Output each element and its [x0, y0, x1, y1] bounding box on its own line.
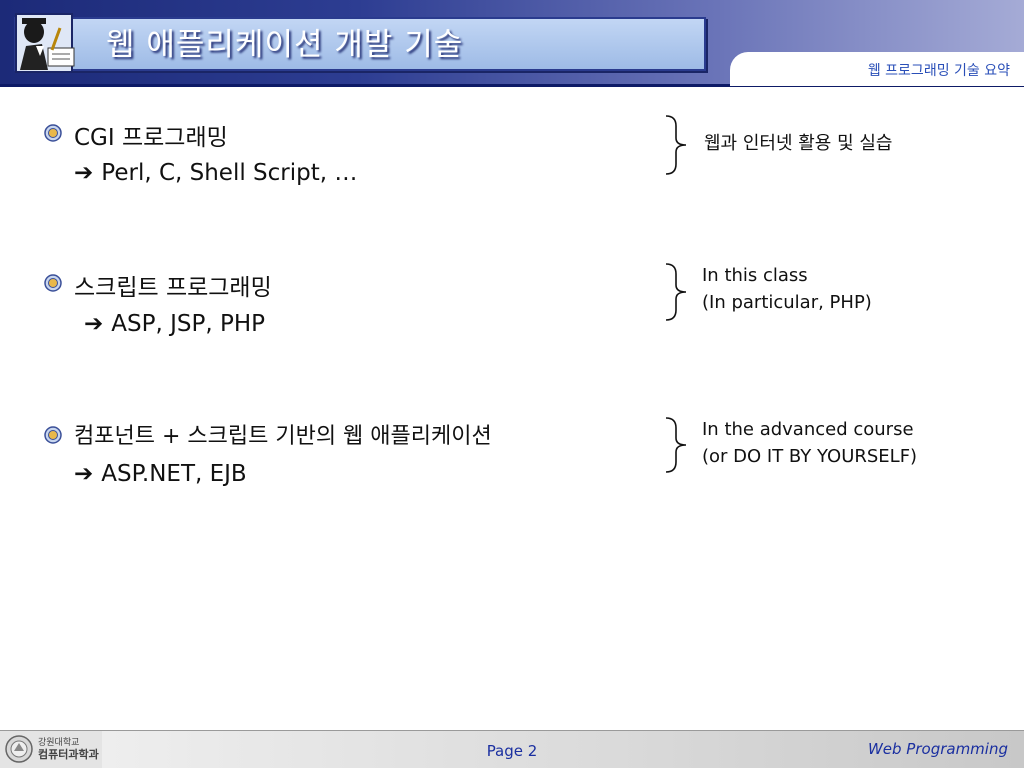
right-brace-icon: [665, 417, 687, 473]
item-script-languages: ➔ ASP, JSP, PHP: [84, 311, 266, 337]
course-name: Web Programming: [867, 740, 1008, 758]
item-cgi-languages: ➔ Perl, C, Shell Script, …: [74, 160, 358, 186]
bullet-emblem-icon: [44, 124, 62, 142]
note-web-internet-practice: 웹과 인터넷 활용 및 실습: [704, 133, 893, 154]
note-this-class: In this class (In particular, PHP): [702, 265, 872, 313]
arrow-right-icon: ➔: [84, 311, 104, 337]
item-cgi-programming: CGI 프로그래밍: [74, 125, 228, 151]
arrow-right-icon: ➔: [74, 461, 94, 487]
section-subtitle: 웹 프로그래밍 기술 요약: [867, 63, 1010, 79]
arrow-right-icon: ➔: [74, 160, 94, 186]
right-brace-icon: [665, 263, 687, 321]
item-script-programming: 스크립트 프로그래밍: [74, 275, 272, 301]
professor-logo-icon: [15, 13, 75, 73]
right-brace-icon: [665, 115, 687, 175]
bullet-emblem-icon: [44, 274, 62, 292]
note-advanced-course: In the advanced course (or DO IT BY YOUR…: [702, 419, 918, 467]
bullet-emblem-icon: [44, 426, 62, 444]
item-component-languages: ➔ ASP.NET, EJB: [74, 461, 247, 487]
item-component-script: 컴포넌트 + 스크립트 기반의 웹 애플리케이션: [74, 424, 492, 449]
page-title: 웹 애플리케이션 개발 기술: [106, 27, 464, 63]
